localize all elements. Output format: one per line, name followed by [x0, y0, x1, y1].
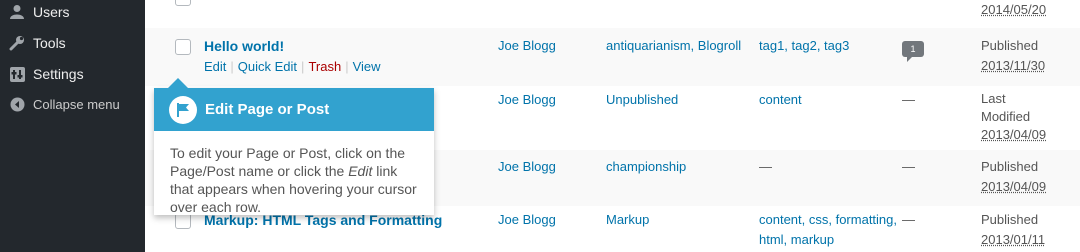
post-date: Published 2013/11/30: [981, 38, 1046, 73]
comment-count: —: [902, 212, 915, 227]
sidebar-item-users[interactable]: Users: [0, 0, 145, 27]
tags-empty: —: [759, 159, 772, 174]
author-link[interactable]: Joe Blogg: [498, 157, 556, 177]
collapse-icon: [9, 96, 25, 112]
tags-link[interactable]: content: [759, 90, 802, 110]
settings-icon: [9, 66, 25, 82]
edit-link[interactable]: Edit: [204, 59, 226, 74]
pointer-body: To edit your Page or Post, click on the …: [170, 145, 417, 215]
post-date: Last Modified 2013/04/09: [981, 91, 1047, 142]
tags-link[interactable]: tag1, tag2, tag3: [759, 36, 849, 56]
collapse-menu-button[interactable]: Collapse menu: [0, 89, 145, 119]
users-icon: [9, 4, 25, 20]
pointer-header: Edit Page or Post: [154, 88, 434, 131]
view-link[interactable]: View: [353, 59, 381, 74]
post-title-link[interactable]: Hello world!: [204, 36, 284, 56]
comment-count-bubble[interactable]: 1: [902, 41, 924, 62]
author-link[interactable]: Joe Blogg: [498, 36, 556, 56]
categories-link[interactable]: championship: [606, 157, 686, 177]
author-link[interactable]: Joe Blogg: [498, 90, 556, 110]
categories-link[interactable]: Markup: [606, 210, 649, 230]
pointer-title: Edit Page or Post: [205, 101, 330, 118]
post-date: Published 2013/04/09: [981, 159, 1047, 194]
quick-edit-link[interactable]: Quick Edit: [238, 59, 297, 74]
post-date: Published 2013/01/11: [981, 212, 1046, 247]
post-date: 2014/05/20: [981, 2, 1047, 17]
table-row: 2014/05/20: [145, 0, 1080, 28]
row-checkbox[interactable]: [175, 0, 191, 6]
admin-sidebar: Users Tools Settings Collapse menu: [0, 0, 145, 252]
trash-link[interactable]: Trash: [308, 59, 341, 74]
pointer-arrow: [168, 78, 188, 88]
sidebar-item-label: Users: [33, 4, 70, 20]
flag-icon: [169, 95, 197, 124]
sidebar-item-label: Tools: [33, 35, 66, 51]
row-checkbox[interactable]: [175, 39, 191, 55]
table-row: Hello world! Edit | Quick Edit | Trash | View …: [145, 28, 1080, 86]
sidebar-item-settings[interactable]: Settings: [0, 59, 145, 89]
edit-page-pointer-tooltip: Edit Page or Post To edit your Page or P…: [154, 78, 434, 215]
categories-link[interactable]: antiquarianism, Blogroll: [606, 36, 741, 56]
comment-count: —: [902, 92, 915, 107]
author-link[interactable]: Joe Blogg: [498, 210, 556, 230]
tools-icon: [9, 35, 25, 51]
tags-link: content, css, formatting, html, markup: [759, 212, 898, 247]
sidebar-item-label: Settings: [33, 66, 84, 82]
comment-count: —: [902, 159, 915, 174]
sidebar-item-tools[interactable]: Tools: [0, 28, 145, 58]
row-actions: Edit | Quick Edit | Trash | View: [204, 59, 381, 74]
categories-link[interactable]: Unpublished: [606, 90, 678, 110]
sidebar-item-label: Collapse menu: [33, 96, 120, 112]
